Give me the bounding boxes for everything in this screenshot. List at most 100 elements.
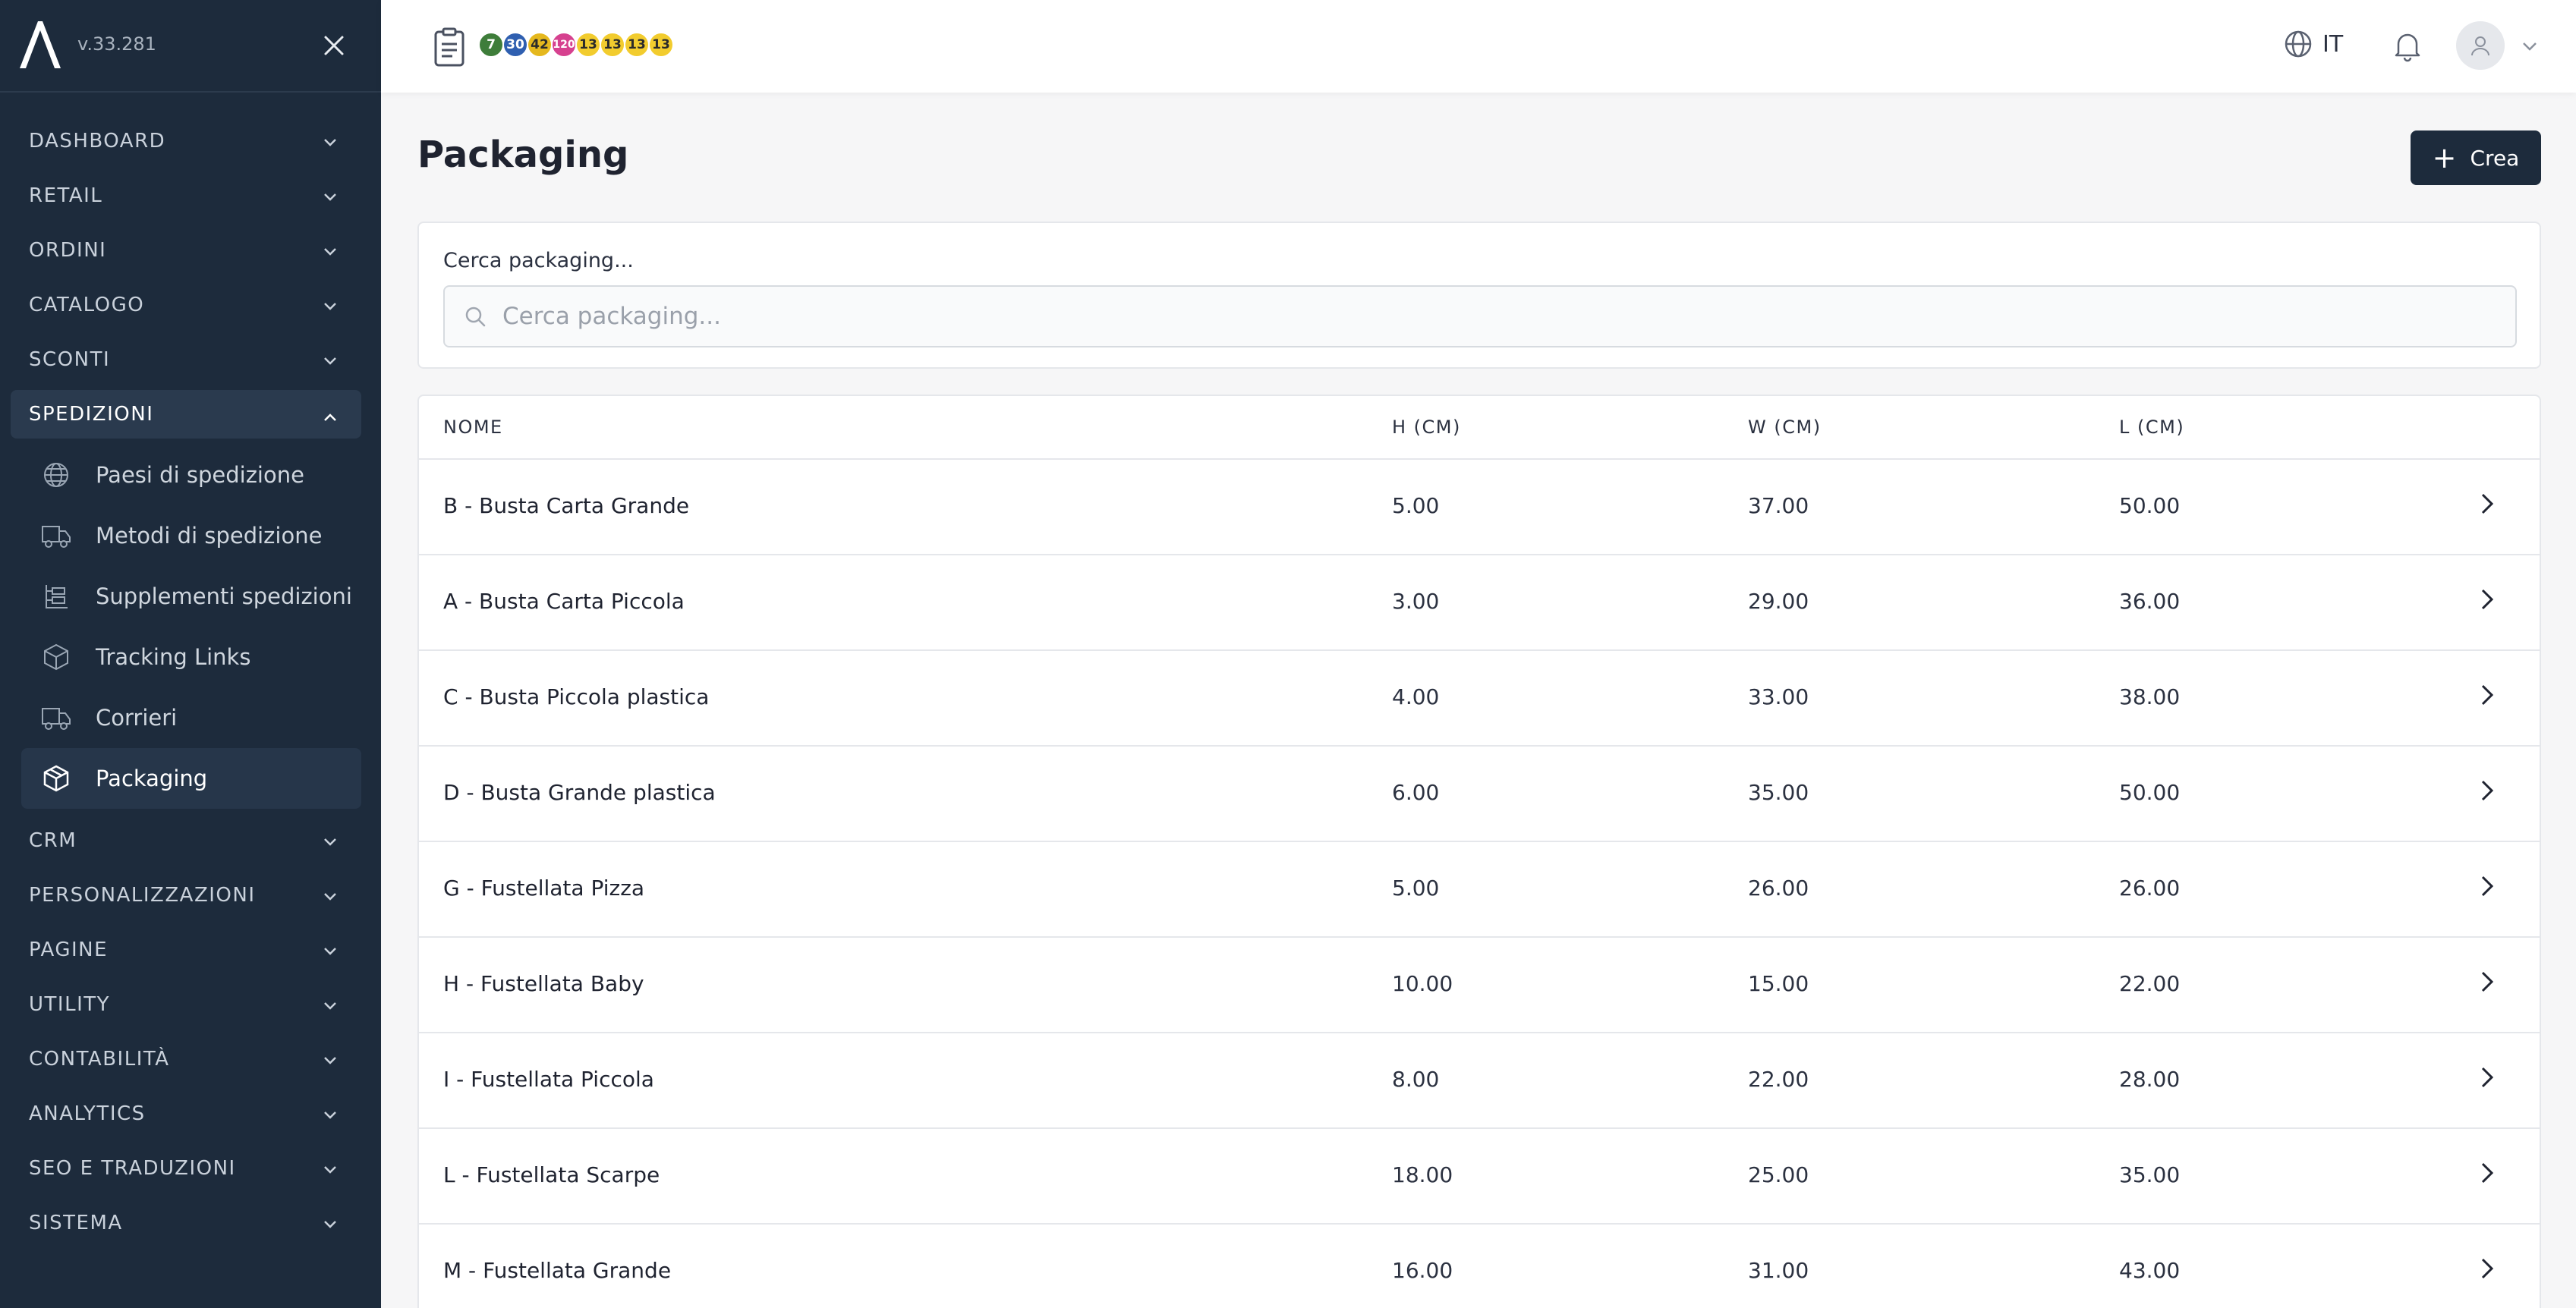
table-row[interactable]: G - Fustellata Pizza 5.00 26.00 26.00 bbox=[419, 842, 2540, 938]
nav-item-analytics[interactable]: ANALYTICS bbox=[0, 1086, 381, 1141]
chevron-right-icon[interactable] bbox=[2473, 873, 2500, 900]
chevron-down-icon bbox=[324, 248, 336, 256]
table-header: NOME H (CM) W (CM) L (CM) bbox=[419, 396, 2540, 460]
sidebar-item-packaging[interactable]: Packaging bbox=[21, 748, 361, 809]
column-header-nome[interactable]: NOME bbox=[443, 417, 503, 438]
bell-icon[interactable] bbox=[2389, 27, 2426, 64]
table-row[interactable]: B - Busta Carta Grande 5.00 37.00 50.00 bbox=[419, 460, 2540, 555]
nav-item-personalizzazioni[interactable]: PERSONALIZZAZIONI bbox=[0, 868, 381, 923]
sidebar-item-supplementi-spedizioni[interactable]: Supplementi spedizioni bbox=[21, 566, 361, 627]
nav-item-seo-e-traduzioni[interactable]: SEO E TRADUZIONI bbox=[0, 1141, 381, 1196]
nav-item-spedizioni[interactable]: SPEDIZIONI bbox=[11, 390, 361, 439]
avatar[interactable] bbox=[2456, 21, 2505, 70]
nav-item-dashboard[interactable]: DASHBOARD bbox=[0, 114, 381, 168]
table-row[interactable]: I - Fustellata Piccola 8.00 22.00 28.00 bbox=[419, 1033, 2540, 1129]
chevron-up-icon bbox=[324, 413, 336, 421]
sidebar-item-label: Packaging bbox=[96, 766, 208, 791]
chevron-down-icon bbox=[324, 1111, 336, 1119]
search-box[interactable] bbox=[443, 285, 2517, 347]
chevron-down-icon bbox=[324, 357, 336, 365]
status-badge[interactable]: 30 bbox=[502, 32, 528, 58]
chevron-right-icon[interactable] bbox=[2473, 490, 2500, 517]
table-row[interactable]: C - Busta Piccola plastica 4.00 33.00 38… bbox=[419, 651, 2540, 747]
nav-item-sconti[interactable]: SCONTI bbox=[0, 332, 381, 387]
create-button-label: Crea bbox=[2470, 145, 2520, 171]
cell-w: 26.00 bbox=[1748, 876, 1809, 901]
nav-item-label: UTILITY bbox=[29, 993, 110, 1016]
supplements-icon bbox=[41, 581, 71, 612]
chevron-down-icon bbox=[324, 1166, 336, 1174]
close-sidebar-button[interactable] bbox=[317, 29, 351, 62]
table-row[interactable]: L - Fustellata Scarpe 18.00 25.00 35.00 bbox=[419, 1129, 2540, 1225]
nav-item-ordini[interactable]: ORDINI bbox=[0, 223, 381, 278]
chevron-right-icon[interactable] bbox=[2473, 1159, 2500, 1187]
nav-item-retail[interactable]: RETAIL bbox=[0, 168, 381, 223]
nav-item-pagine[interactable]: PAGINE bbox=[0, 923, 381, 977]
chevron-down-icon bbox=[324, 1057, 336, 1064]
chevron-right-icon[interactable] bbox=[2473, 681, 2500, 709]
nav-item-label: ORDINI bbox=[29, 239, 107, 262]
chevron-down-icon bbox=[324, 139, 336, 146]
sidebar-item-tracking-links[interactable]: Tracking Links bbox=[21, 627, 361, 687]
cell-name: B - Busta Carta Grande bbox=[443, 493, 690, 518]
nav-item-sistema[interactable]: SISTEMA bbox=[0, 1196, 381, 1250]
plus-icon: + bbox=[2432, 141, 2457, 175]
chevron-down-icon bbox=[324, 838, 336, 846]
chevron-down-icon bbox=[324, 893, 336, 901]
cell-w: 37.00 bbox=[1748, 493, 1809, 518]
table-row[interactable]: D - Busta Grande plastica 6.00 35.00 50.… bbox=[419, 747, 2540, 842]
cell-name: M - Fustellata Grande bbox=[443, 1258, 672, 1283]
nav-item-label: DASHBOARD bbox=[29, 130, 166, 152]
nav-item-label: PAGINE bbox=[29, 939, 109, 961]
sidebar-item-paesi-di-spedizione[interactable]: Paesi di spedizione bbox=[21, 445, 361, 505]
cell-l: 35.00 bbox=[2119, 1162, 2181, 1187]
sidebar-item-label: Supplementi spedizioni bbox=[96, 583, 352, 609]
nav-item-contabilita[interactable]: CONTABILITÀ bbox=[0, 1032, 381, 1086]
globe-icon bbox=[2285, 30, 2312, 58]
chevron-right-icon[interactable] bbox=[2473, 1064, 2500, 1091]
column-header-h[interactable]: H (CM) bbox=[1392, 417, 1461, 438]
column-header-l[interactable]: L (CM) bbox=[2119, 417, 2184, 438]
nav-item-utility[interactable]: UTILITY bbox=[0, 977, 381, 1032]
truck-icon bbox=[41, 703, 71, 733]
table-row[interactable]: A - Busta Carta Piccola 3.00 29.00 36.00 bbox=[419, 555, 2540, 651]
nav-item-crm[interactable]: CRM bbox=[0, 813, 381, 868]
chevron-right-icon[interactable] bbox=[2473, 1255, 2500, 1282]
language-switcher[interactable]: IT bbox=[2283, 29, 2343, 59]
table-row[interactable]: M - Fustellata Grande 16.00 31.00 43.00 bbox=[419, 1225, 2540, 1308]
cell-h: 10.00 bbox=[1392, 971, 1453, 996]
logo-icon bbox=[20, 21, 61, 68]
status-badge[interactable]: 42 bbox=[527, 32, 553, 58]
chevron-right-icon[interactable] bbox=[2473, 968, 2500, 995]
cell-name: C - Busta Piccola plastica bbox=[443, 684, 710, 709]
cell-h: 5.00 bbox=[1392, 876, 1440, 901]
column-header-w[interactable]: W (CM) bbox=[1748, 417, 1822, 438]
search-input[interactable] bbox=[502, 303, 2476, 330]
sidebar: v.33.281 DASHBOARD RETAIL ORDINI CATALOG… bbox=[0, 0, 381, 1308]
status-badge[interactable]: 13 bbox=[624, 32, 650, 58]
clipboard-icon[interactable] bbox=[431, 27, 468, 67]
sidebar-header: v.33.281 bbox=[0, 0, 381, 93]
sidebar-item-corrieri[interactable]: Corrieri bbox=[21, 687, 361, 748]
close-icon bbox=[324, 36, 344, 55]
sidebar-item-label: Corrieri bbox=[96, 705, 178, 731]
nav-item-label: SISTEMA bbox=[29, 1212, 123, 1234]
nav-item-catalogo[interactable]: CATALOGO bbox=[0, 278, 381, 332]
nav-item-label: CATALOGO bbox=[29, 294, 145, 316]
sidebar-item-metodi-di-spedizione[interactable]: Metodi di spedizione bbox=[21, 505, 361, 566]
status-badges: 7 30 42 120 13 13 13 13 bbox=[478, 32, 674, 58]
cell-name: D - Busta Grande plastica bbox=[443, 780, 716, 805]
chevron-down-icon[interactable] bbox=[2520, 36, 2540, 56]
table-row[interactable]: H - Fustellata Baby 10.00 15.00 22.00 bbox=[419, 938, 2540, 1033]
status-badge[interactable]: 120 bbox=[551, 32, 577, 58]
cell-name: I - Fustellata Piccola bbox=[443, 1067, 654, 1092]
create-button[interactable]: + Crea bbox=[2411, 130, 2541, 185]
status-badge[interactable]: 13 bbox=[575, 32, 601, 58]
box-icon bbox=[41, 642, 71, 672]
status-badge[interactable]: 7 bbox=[478, 32, 504, 58]
chevron-right-icon[interactable] bbox=[2473, 586, 2500, 613]
cell-l: 50.00 bbox=[2119, 493, 2181, 518]
status-badge[interactable]: 13 bbox=[648, 32, 674, 58]
status-badge[interactable]: 13 bbox=[600, 32, 625, 58]
chevron-right-icon[interactable] bbox=[2473, 777, 2500, 804]
